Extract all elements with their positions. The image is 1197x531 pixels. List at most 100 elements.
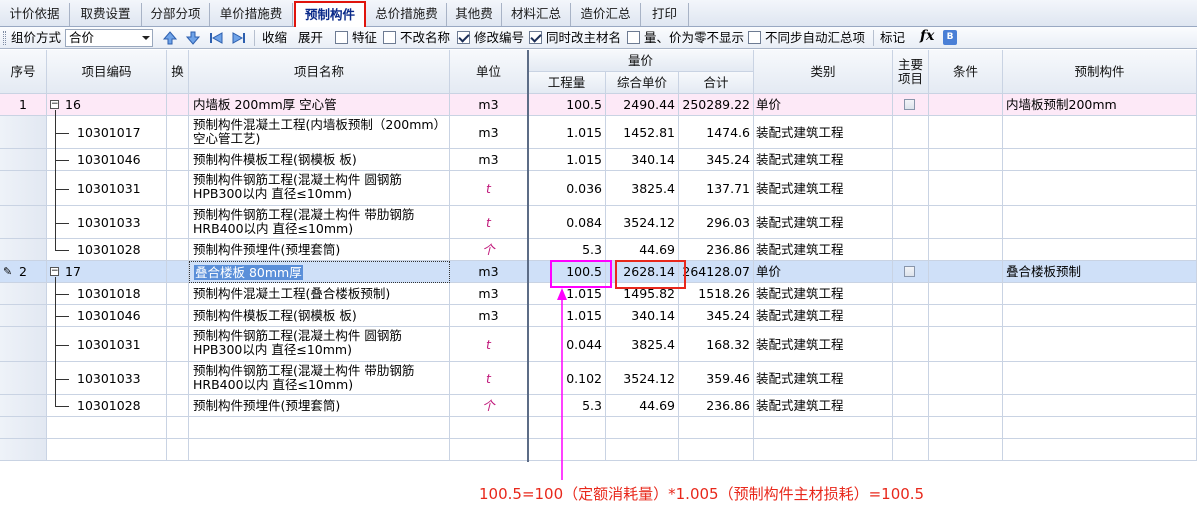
col-header-total[interactable]: 合计: [679, 72, 754, 94]
row-main-item-cell[interactable]: [893, 283, 929, 305]
row-qty-cell[interactable]: 1.015: [528, 149, 606, 171]
row-swap-cell[interactable]: [167, 305, 189, 327]
row-main-item-cell[interactable]: [893, 362, 929, 395]
hide-zero-checkbox[interactable]: [627, 31, 640, 44]
row-price-cell[interactable]: 3524.12: [606, 362, 679, 395]
row-total-cell[interactable]: 1518.26: [679, 283, 754, 305]
row-price-cell[interactable]: 3825.4: [606, 171, 679, 206]
row-cond-cell[interactable]: [929, 305, 1003, 327]
empty-row-cell[interactable]: [0, 439, 47, 461]
row-category-cell[interactable]: 装配式建筑工程: [754, 206, 893, 239]
row-cond-cell[interactable]: [929, 94, 1003, 116]
row-swap-cell[interactable]: [167, 261, 189, 283]
row-cond-cell[interactable]: [929, 149, 1003, 171]
col-header-condition[interactable]: 条件: [929, 50, 1003, 94]
collapse-button[interactable]: 收缩: [262, 27, 287, 48]
tab-other-fees[interactable]: 其他费: [447, 3, 502, 26]
row-total-cell[interactable]: 359.46: [679, 362, 754, 395]
empty-row-cell[interactable]: [189, 439, 450, 461]
row-price-cell[interactable]: 1452.81: [606, 116, 679, 149]
row-category-cell[interactable]: 装配式建筑工程: [754, 171, 893, 206]
row-code-cell[interactable]: 10301046: [47, 305, 167, 327]
col-header-code[interactable]: 项目编码: [47, 50, 167, 94]
row-seq-cell[interactable]: [0, 239, 47, 261]
empty-row-cell[interactable]: [679, 439, 754, 461]
row-unit-cell[interactable]: m3: [450, 261, 528, 283]
row-code-cell[interactable]: 10301046: [47, 149, 167, 171]
row-main-item-cell[interactable]: [893, 149, 929, 171]
empty-row-cell[interactable]: [929, 417, 1003, 439]
row-prefab-cell[interactable]: 叠合楼板预制: [1003, 261, 1197, 283]
col-header-main-item[interactable]: 主要项目: [893, 50, 929, 94]
row-swap-cell[interactable]: [167, 239, 189, 261]
row-swap-cell[interactable]: [167, 94, 189, 116]
row-prefab-cell[interactable]: [1003, 327, 1197, 362]
empty-row-cell[interactable]: [0, 417, 47, 439]
row-total-cell[interactable]: 264128.07: [679, 261, 754, 283]
row-swap-cell[interactable]: [167, 395, 189, 417]
row-seq-cell[interactable]: [0, 362, 47, 395]
toolbar-grip[interactable]: [3, 31, 6, 45]
row-prefab-cell[interactable]: [1003, 395, 1197, 417]
row-unit-cell[interactable]: t: [450, 171, 528, 206]
col-header-category[interactable]: 类别: [754, 50, 893, 94]
empty-row-cell[interactable]: [893, 439, 929, 461]
row-swap-cell[interactable]: [167, 206, 189, 239]
row-qty-cell[interactable]: 0.102: [528, 362, 606, 395]
row-cond-cell[interactable]: [929, 206, 1003, 239]
row-seq-cell[interactable]: [0, 395, 47, 417]
move-last-icon[interactable]: [231, 30, 247, 46]
row-code-cell[interactable]: 16−: [47, 94, 167, 116]
empty-row-cell[interactable]: [450, 439, 528, 461]
move-up-icon[interactable]: [162, 30, 178, 46]
row-total-cell[interactable]: 168.32: [679, 327, 754, 362]
row-unit-cell[interactable]: m3: [450, 94, 528, 116]
row-category-cell[interactable]: 单价: [754, 94, 893, 116]
empty-row-cell[interactable]: [47, 417, 167, 439]
row-total-cell[interactable]: 1474.6: [679, 116, 754, 149]
row-qty-cell[interactable]: 0.084: [528, 206, 606, 239]
row-price-cell[interactable]: 340.14: [606, 305, 679, 327]
row-name-cell[interactable]: 预制构件预埋件(预埋套筒): [189, 239, 450, 261]
row-code-cell[interactable]: 10301028: [47, 395, 167, 417]
row-name-cell[interactable]: 预制构件模板工程(钢模板 板): [189, 305, 450, 327]
mark-button[interactable]: 标记: [880, 27, 905, 48]
row-unit-cell[interactable]: m3: [450, 116, 528, 149]
fx-icon[interactable]: fx: [920, 28, 934, 44]
row-main-item-cell[interactable]: [893, 239, 929, 261]
row-prefab-cell[interactable]: [1003, 206, 1197, 239]
move-first-icon[interactable]: [208, 30, 224, 46]
row-unit-cell[interactable]: 个: [450, 395, 528, 417]
rename-material-checkbox[interactable]: [529, 31, 542, 44]
row-qty-cell[interactable]: 5.3: [528, 239, 606, 261]
row-category-cell[interactable]: 装配式建筑工程: [754, 116, 893, 149]
tab-total-measure-fee[interactable]: 总价措施费: [367, 3, 447, 26]
row-total-cell[interactable]: 345.24: [679, 149, 754, 171]
empty-row-cell[interactable]: [528, 439, 606, 461]
row-category-cell[interactable]: 装配式建筑工程: [754, 327, 893, 362]
empty-row-cell[interactable]: [528, 417, 606, 439]
row-code-cell[interactable]: 10301033: [47, 206, 167, 239]
row-code-cell[interactable]: 17−: [47, 261, 167, 283]
row-code-cell[interactable]: 10301031: [47, 171, 167, 206]
row-qty-cell[interactable]: 0.044: [528, 327, 606, 362]
tab-unit-measure-fee[interactable]: 单价措施费: [210, 3, 293, 26]
empty-row-cell[interactable]: [893, 417, 929, 439]
col-header-unit[interactable]: 单位: [450, 50, 528, 94]
row-name-cell[interactable]: 预制构件钢筋工程(混凝土构件 圆钢筋HPB300以内 直径≤10mm): [189, 327, 450, 362]
row-qty-cell[interactable]: 100.5: [528, 94, 606, 116]
row-unit-cell[interactable]: m3: [450, 149, 528, 171]
col-header-swap[interactable]: 换: [167, 50, 189, 94]
price-method-select[interactable]: 合价: [65, 29, 153, 47]
row-seq-cell[interactable]: [0, 305, 47, 327]
row-price-cell[interactable]: 3524.12: [606, 206, 679, 239]
tab-print[interactable]: 打印: [641, 3, 689, 26]
empty-row-cell[interactable]: [606, 439, 679, 461]
row-name-cell[interactable]: 预制构件模板工程(钢模板 板): [189, 149, 450, 171]
row-prefab-cell[interactable]: [1003, 362, 1197, 395]
collapse-toggle-icon[interactable]: −: [50, 267, 59, 276]
row-main-item-cell[interactable]: [893, 116, 929, 149]
row-name-cell[interactable]: 预制构件预埋件(预埋套筒): [189, 395, 450, 417]
row-total-cell[interactable]: 250289.22: [679, 94, 754, 116]
row-seq-cell[interactable]: [0, 283, 47, 305]
